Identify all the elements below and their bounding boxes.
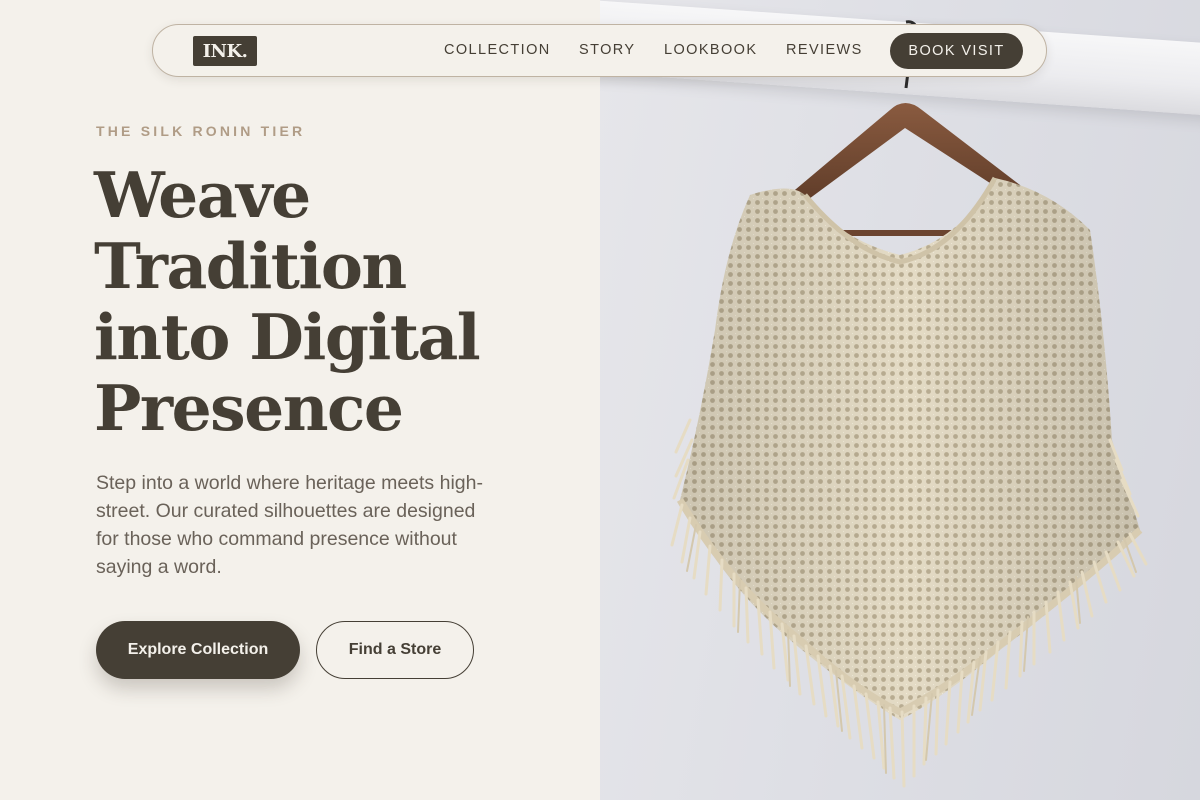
nav-link-collection[interactable]: COLLECTION (444, 42, 551, 58)
hero-eyebrow: THE SILK RONIN TIER (96, 123, 306, 139)
find-store-button[interactable]: Find a Store (316, 621, 474, 679)
nav-link-lookbook[interactable]: LOOKBOOK (664, 42, 757, 58)
headline-line: Weave (94, 158, 311, 232)
top-navigation: INK. COLLECTION STORY LOOKBOOK REVIEWS B… (152, 24, 1047, 77)
hero-intro: Step into a world where heritage meets h… (96, 472, 483, 578)
book-visit-button[interactable]: BOOK VISIT (890, 33, 1023, 69)
headline-line: into Digital (94, 300, 481, 374)
nav-link-story[interactable]: STORY (579, 42, 635, 58)
headline-line: Tradition (94, 229, 407, 303)
brand-logo[interactable]: INK. (193, 36, 257, 66)
headline-line: Presence (94, 371, 404, 445)
explore-collection-button[interactable]: Explore Collection (96, 621, 300, 679)
poncho-illustration (670, 20, 1148, 788)
nav-link-reviews[interactable]: REVIEWS (786, 42, 863, 58)
hero-headline: Weave Tradition into Digital Presence (94, 160, 574, 444)
hero-photo (600, 0, 1200, 800)
